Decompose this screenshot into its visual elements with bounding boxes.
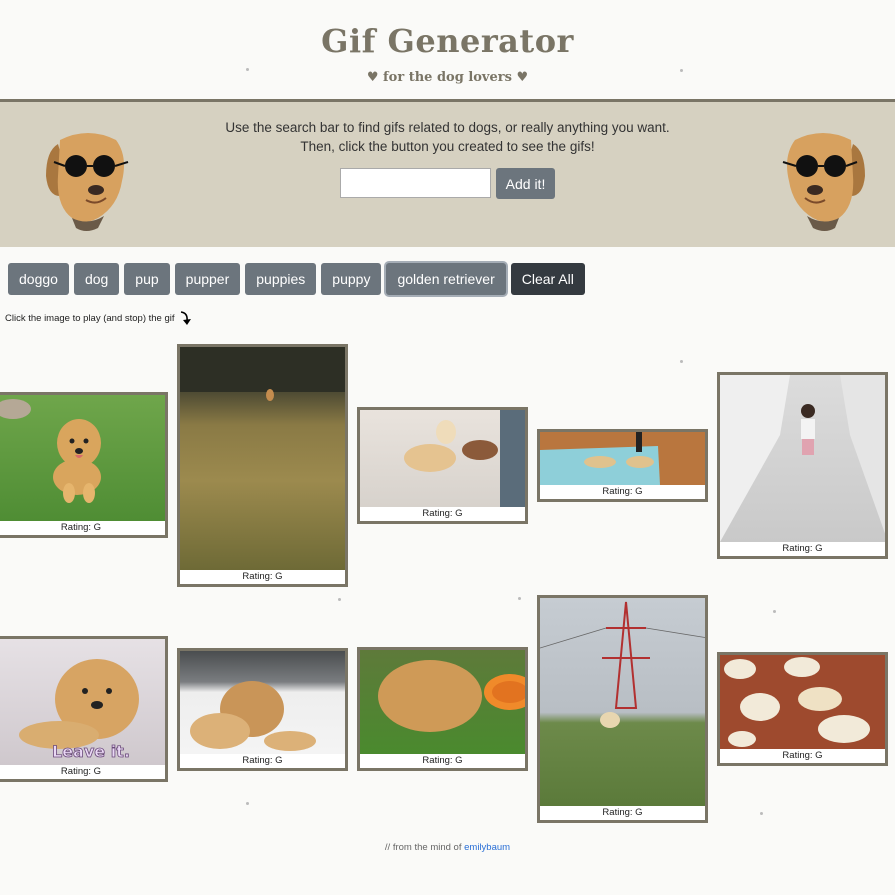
gif-image[interactable] [360, 410, 525, 507]
dog-on-grass-picture [0, 399, 101, 503]
gif-card[interactable]: Rating: G [357, 407, 528, 524]
dog-under-power-tower-picture [540, 601, 705, 728]
instructions-line-1: Use the search bar to find gifs related … [225, 120, 670, 135]
curved-arrow-icon [180, 311, 191, 325]
gif-card[interactable]: Rating: G [537, 429, 708, 502]
footer-prefix: // from the mind of [384, 842, 462, 853]
gif-card[interactable]: Rating: G [0, 392, 168, 538]
dog-in-field-picture [180, 347, 345, 401]
author-link[interactable]: emilybaum [464, 842, 510, 853]
gif-card[interactable]: Rating: G [717, 652, 888, 766]
toddler-in-hallway-picture [720, 375, 885, 542]
search-input[interactable] [339, 168, 491, 198]
page-footer: // from the mind of emilybaum [0, 842, 895, 853]
play-instruction-text: Click the image to play (and stop) the g… [5, 312, 175, 324]
gif-image[interactable] [720, 375, 885, 542]
dogs-in-snow-picture [190, 681, 316, 751]
play-instruction: Click the image to play (and stop) the g… [5, 310, 193, 326]
term-button-puppies[interactable]: puppies [245, 263, 317, 295]
term-button-pupper[interactable]: pupper [174, 263, 241, 295]
gif-card[interactable]: Rating: G [357, 647, 528, 771]
term-button-golden-retriever[interactable]: golden retriever [386, 263, 506, 295]
gif-image[interactable] [360, 650, 525, 754]
gif-rating: Rating: G [60, 522, 102, 533]
puppies-with-baby-picture [724, 657, 870, 747]
term-button-doggo[interactable]: doggo [8, 263, 69, 295]
term-button-pup[interactable]: pup [124, 263, 170, 295]
gif-card[interactable]: Rating: G [177, 344, 348, 587]
page-header: Gif Generator ♥ for the dog lovers ♥ [0, 0, 895, 100]
gif-image[interactable] [540, 598, 705, 806]
search-form: Add it! [0, 168, 895, 199]
puppy-with-toy-picture [404, 410, 525, 507]
gif-rating: Rating: G [242, 755, 283, 766]
term-button-dog[interactable]: dog [73, 263, 120, 295]
gif-rating: Rating: G [782, 543, 823, 554]
instructions-line-2: Then, click the button you created to se… [300, 139, 595, 154]
gif-rating: Rating: G [602, 486, 643, 497]
gif-rating: Rating: G [422, 755, 463, 766]
gif-rating: Rating: G [242, 571, 283, 582]
gif-image[interactable] [180, 651, 345, 754]
page-title: Gif Generator [321, 22, 574, 60]
gif-image[interactable] [720, 655, 885, 749]
gif-card[interactable]: Rating: G [537, 595, 708, 823]
dogs-in-pool-picture [540, 432, 660, 485]
gif-image[interactable]: Leave it. [0, 639, 165, 765]
gif-image[interactable] [540, 432, 705, 485]
gif-caption: Leave it. [52, 742, 130, 761]
puppy-leave-it-picture: Leave it. [19, 659, 139, 761]
add-button[interactable]: Add it! [495, 168, 556, 199]
search-panel: Use the search bar to find gifs related … [0, 99, 895, 247]
gif-rating: Rating: G [602, 807, 643, 818]
gif-card[interactable]: Leave it. Rating: G [0, 636, 168, 782]
gif-rating: Rating: G [60, 766, 102, 777]
puppy-with-frisbee-picture [378, 660, 525, 732]
gif-card[interactable]: Rating: G [717, 372, 888, 559]
dog-with-sunglasses-right [782, 133, 865, 231]
gif-rating: Rating: G [422, 508, 463, 519]
gif-card[interactable]: Rating: G [177, 648, 348, 771]
page-subtitle: ♥ for the dog lovers ♥ [366, 70, 529, 85]
gif-image[interactable] [0, 395, 165, 521]
instructions-text: Use the search bar to find gifs related … [0, 118, 895, 156]
gif-image[interactable] [180, 347, 345, 570]
clear-all-button[interactable]: Clear All [510, 263, 585, 295]
search-term-buttons: doggo dog pup pupper puppies puppy golde… [8, 263, 585, 295]
gif-rating: Rating: G [782, 750, 823, 761]
term-button-puppy[interactable]: puppy [321, 263, 382, 295]
